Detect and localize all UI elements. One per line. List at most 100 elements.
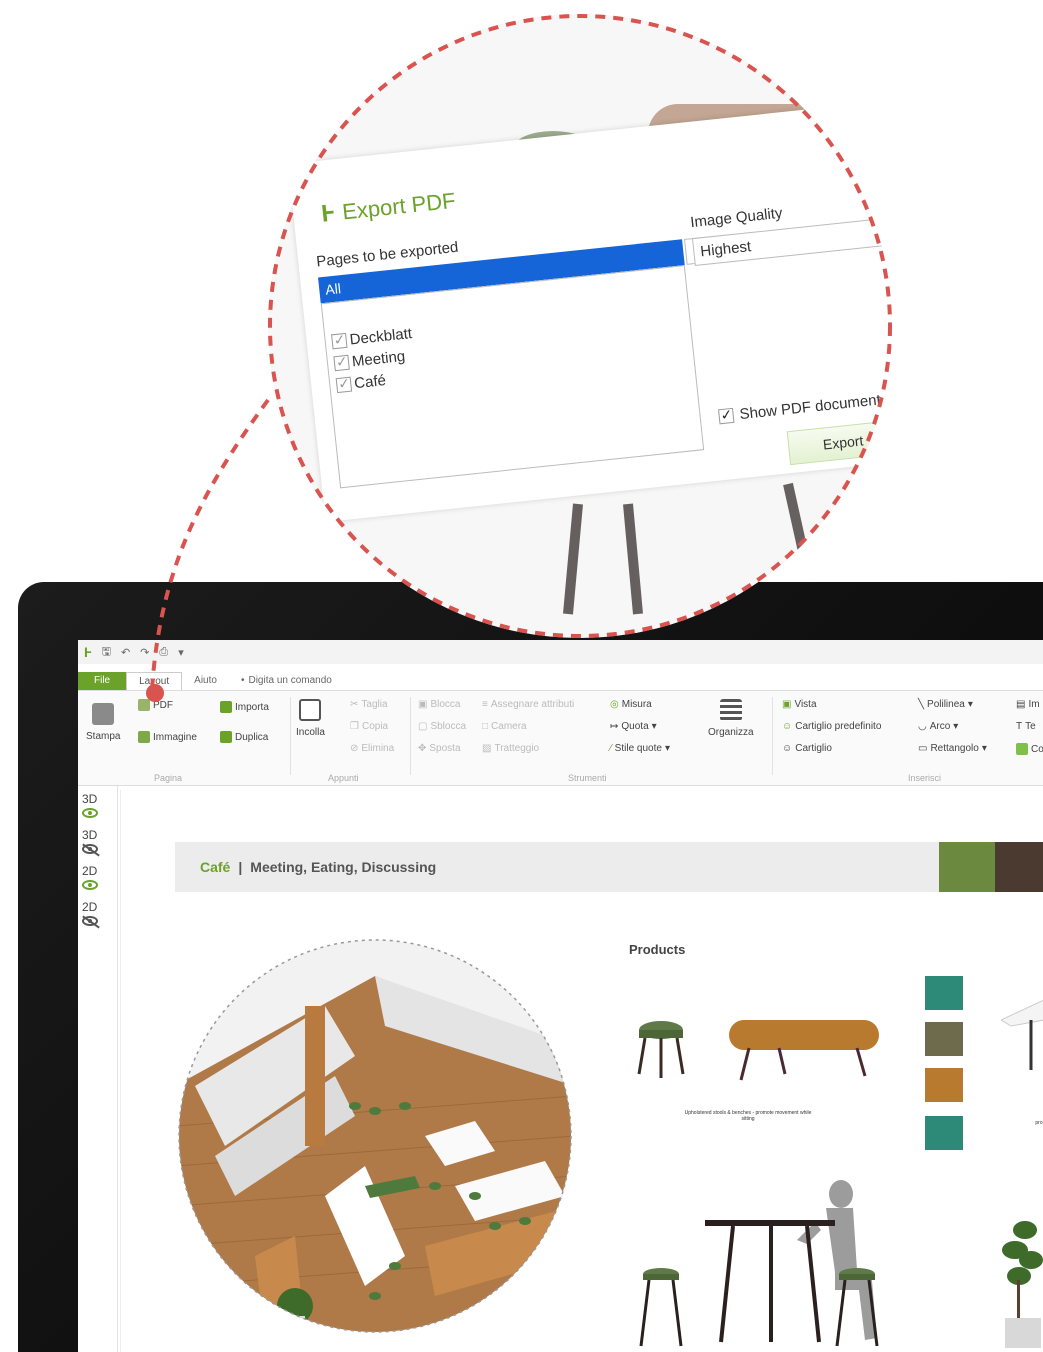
delete-button[interactable]: ⊘ Elimina: [350, 743, 394, 754]
default-title-block-button[interactable]: ☺ Cartiglio predefinito: [782, 721, 881, 732]
dimension-button[interactable]: ↦ Quota ▾: [610, 721, 657, 732]
command-search-label: Digita un comando: [248, 675, 332, 686]
view-mode-label: 2D: [82, 864, 98, 878]
polyline-icon: ╲: [918, 699, 925, 710]
title-separator: |: [238, 859, 243, 875]
title-block-button[interactable]: ☺ Cartiglio: [782, 743, 832, 754]
checkbox[interactable]: [333, 354, 350, 372]
duplicate-label: Duplica: [235, 731, 269, 743]
assign-attributes-button[interactable]: ≡ Assegnare attributi: [482, 699, 574, 710]
clipboard-icon: [299, 699, 322, 721]
checkbox[interactable]: [335, 376, 353, 394]
organize-label: Organizza: [708, 727, 754, 738]
assign-attributes-label: Assegnare attributi: [490, 699, 575, 710]
print-button[interactable]: Stampa: [86, 703, 120, 742]
printer-icon[interactable]: ⎙: [159, 646, 168, 659]
view-button[interactable]: ▣ Vista: [782, 699, 817, 710]
dialog-title-text: Export PDF: [341, 187, 457, 225]
view-mode-2d-visible[interactable]: 2D: [82, 864, 98, 890]
image-export-button[interactable]: Immagine: [138, 731, 197, 743]
layout-page[interactable]: Café | Meeting, Eating, Discussing Produ…: [120, 790, 1043, 1352]
tab-file[interactable]: File: [78, 672, 127, 690]
redo-icon[interactable]: ↷: [140, 646, 149, 659]
insert-text-button[interactable]: T Te: [1016, 721, 1036, 732]
command-search[interactable]: • Digita un comando: [229, 672, 344, 690]
title-block-label: Cartiglio: [795, 743, 832, 754]
high-table-product: [639, 1180, 879, 1347]
print-label: Stampa: [86, 731, 121, 742]
dimension-style-button[interactable]: ⁄ Stile quote ▾: [610, 743, 670, 754]
printer-icon: [92, 703, 115, 725]
camera-button[interactable]: □ Camera: [482, 721, 527, 732]
move-button[interactable]: ✥ Sposta: [418, 743, 461, 754]
tab-layout[interactable]: Layout: [126, 672, 183, 690]
image-icon: [138, 731, 150, 743]
unlock-button[interactable]: ▢ Sblocca: [418, 721, 466, 732]
pages-list[interactable]: Deckblatt Meeting Café: [320, 265, 705, 489]
view-mode-3d-hidden[interactable]: 3D: [82, 828, 98, 854]
rectangle-button[interactable]: ▭ Rettangolo ▾: [918, 743, 987, 754]
import-button[interactable]: Importa: [220, 701, 269, 713]
delete-label: Elimina: [361, 743, 395, 754]
camera-label: Camera: [491, 721, 527, 732]
ribbon: Stampa PDF Immagine Importa Duplica Pagi…: [78, 690, 1043, 786]
polyline-button[interactable]: ╲ Polilinea ▾: [918, 699, 973, 710]
insert-image-label: Im: [1028, 699, 1040, 710]
paste-button[interactable]: Incolla: [296, 699, 325, 738]
app-window: Ⱶ 🖫 ↶ ↷ ⎙ ▾ File Layout Aiuto • Digita u…: [78, 640, 1043, 1352]
arc-icon: ◡: [918, 721, 927, 732]
hatch-label: Tratteggio: [494, 743, 540, 754]
image-quality-label: Image Quality: [689, 204, 784, 232]
view-mode-2d-hidden[interactable]: 2D: [82, 900, 98, 926]
pdf-label: PDF: [153, 699, 173, 711]
page-name: Meeting: [351, 347, 407, 371]
page-checkbox-item[interactable]: Meeting: [333, 348, 406, 372]
insert-text-label: Te: [1025, 721, 1036, 732]
pdf-button[interactable]: PDF: [138, 699, 173, 711]
dimension-style-icon: ⁄: [610, 743, 612, 754]
page-checkbox-item[interactable]: Café: [335, 372, 387, 394]
insert-color-button[interactable]: Co: [1016, 743, 1043, 755]
tab-help[interactable]: Aiuto: [182, 672, 229, 690]
show-pdf-option[interactable]: Show PDF document after: [718, 388, 892, 425]
copy-icon: ❐: [350, 721, 359, 732]
color-icon: [1016, 743, 1028, 755]
checkbox[interactable]: [331, 332, 348, 350]
eye-icon: [82, 808, 98, 818]
page-checkbox-item[interactable]: Deckblatt: [331, 325, 413, 350]
customize-toolbar-icon[interactable]: ▾: [178, 646, 184, 659]
hatch-button[interactable]: ▨ Tratteggio: [482, 743, 539, 754]
group-label-page: Pagina: [154, 773, 183, 783]
polyline-label: Polilinea: [927, 699, 965, 710]
lock-button[interactable]: ▣ Blocca: [418, 699, 460, 710]
move-label: Sposta: [429, 743, 461, 754]
export-button[interactable]: Export: [786, 419, 892, 466]
copy-button[interactable]: ❐ Copia: [350, 721, 388, 732]
show-pdf-checkbox[interactable]: [718, 407, 735, 425]
insert-color-label: Co: [1031, 743, 1043, 755]
cafe-3d-render: [178, 939, 572, 1333]
group-label-tools: Strumenti: [568, 773, 607, 783]
default-title-block-label: Cartiglio predefinito: [795, 721, 882, 732]
move-icon: ✥: [418, 743, 427, 754]
view-mode-3d-visible[interactable]: 3D: [82, 792, 98, 818]
insert-image-button[interactable]: ▤ Im: [1016, 699, 1040, 710]
pdf-icon: [138, 699, 150, 711]
image-icon: ▤: [1016, 699, 1026, 710]
save-icon[interactable]: 🖫: [102, 643, 111, 662]
section-title: Café: [200, 859, 231, 875]
page-name: Café: [353, 372, 387, 393]
page-name: Deckblatt: [348, 325, 413, 349]
measure-button[interactable]: ◎ Misura: [610, 699, 652, 710]
paste-label: Incolla: [296, 727, 325, 738]
group-label-clipboard: Appunti: [328, 773, 359, 783]
arc-label: Arco: [929, 721, 951, 732]
arc-button[interactable]: ◡ Arco ▾: [918, 721, 958, 732]
organize-button[interactable]: Organizza: [708, 699, 754, 738]
view-label: Vista: [794, 699, 817, 710]
undo-icon[interactable]: ↶: [121, 646, 130, 659]
material-swatch: [925, 1022, 963, 1056]
duplicate-button[interactable]: Duplica: [220, 731, 268, 743]
cut-button[interactable]: ✂ Taglia: [350, 699, 388, 710]
delete-icon: ⊘: [350, 743, 359, 754]
